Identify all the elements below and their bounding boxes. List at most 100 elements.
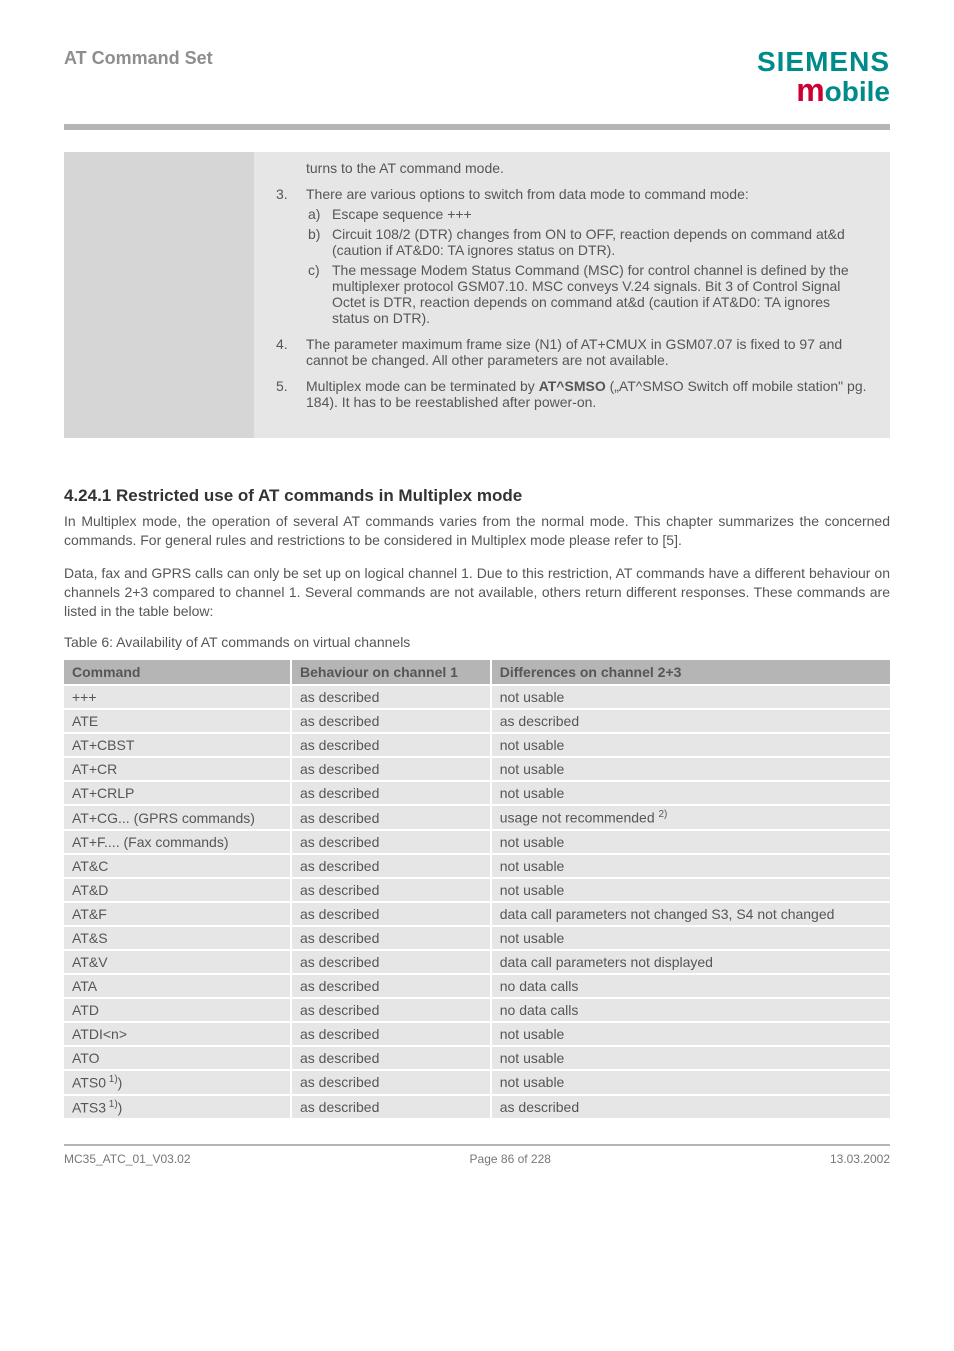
footer-left: MC35_ATC_01_V03.02: [64, 1152, 191, 1166]
cell-differences: usage not recommended 2): [491, 805, 890, 830]
cell-behaviour: as described: [291, 1022, 491, 1046]
table-row: AT+CG... (GPRS commands)as describedusag…: [64, 805, 890, 830]
cell-behaviour: as described: [291, 1095, 491, 1120]
page-header: AT Command Set SIEMENS mobile: [64, 48, 890, 106]
cell-behaviour: as described: [291, 878, 491, 902]
cell-behaviour: as described: [291, 950, 491, 974]
cell-command: ATD: [64, 998, 291, 1022]
cell-command: AT&D: [64, 878, 291, 902]
spec-item-5: Multiplex mode can be terminated by AT^S…: [306, 378, 870, 410]
cell-differences: not usable: [491, 1046, 890, 1070]
section-heading: 4.24.1 Restricted use of AT commands in …: [64, 486, 890, 506]
cell-behaviour: as described: [291, 974, 491, 998]
cell-behaviour: as described: [291, 1046, 491, 1070]
cell-behaviour: as described: [291, 854, 491, 878]
table-row: ATDI<n>as describednot usable: [64, 1022, 890, 1046]
cell-behaviour: as described: [291, 685, 491, 709]
cell-behaviour: as described: [291, 757, 491, 781]
cell-differences: no data calls: [491, 998, 890, 1022]
table-row: AT&Cas describednot usable: [64, 854, 890, 878]
brand-block: SIEMENS mobile: [757, 48, 890, 106]
cell-behaviour: as described: [291, 926, 491, 950]
col-command: Command: [64, 660, 291, 685]
cell-differences: data call parameters not displayed: [491, 950, 890, 974]
cell-differences: not usable: [491, 781, 890, 805]
table-row: AT+CRLPas describednot usable: [64, 781, 890, 805]
cell-command: AT&F: [64, 902, 291, 926]
cell-command: AT+F.... (Fax commands): [64, 830, 291, 854]
col-behaviour: Behaviour on channel 1: [291, 660, 491, 685]
cell-differences: not usable: [491, 1070, 890, 1095]
brand-mobile: mobile: [757, 74, 890, 106]
cell-behaviour: as described: [291, 781, 491, 805]
page-footer: MC35_ATC_01_V03.02 Page 86 of 228 13.03.…: [64, 1146, 890, 1190]
spec-item-4: The parameter maximum frame size (N1) of…: [306, 336, 870, 368]
cell-behaviour: as described: [291, 998, 491, 1022]
spec-item-3: There are various options to switch from…: [306, 186, 870, 326]
spec-item-3a: Escape sequence +++: [332, 206, 870, 222]
table-row: AT+CBSTas describednot usable: [64, 733, 890, 757]
cell-differences: as described: [491, 1095, 890, 1120]
header-divider: [64, 124, 890, 130]
table-row: ATOas describednot usable: [64, 1046, 890, 1070]
cell-command: ATE: [64, 709, 291, 733]
table-row: ATEas describedas described: [64, 709, 890, 733]
cell-behaviour: as described: [291, 733, 491, 757]
spec-right-column: turns to the AT command mode. There are …: [254, 152, 890, 438]
cell-differences: as described: [491, 709, 890, 733]
cell-command: AT+CR: [64, 757, 291, 781]
cell-command: AT&S: [64, 926, 291, 950]
cell-differences: not usable: [491, 926, 890, 950]
cell-command: ATA: [64, 974, 291, 998]
cell-behaviour: as described: [291, 1070, 491, 1095]
cell-behaviour: as described: [291, 709, 491, 733]
section-para-1: In Multiplex mode, the operation of seve…: [64, 512, 890, 550]
cell-differences: not usable: [491, 830, 890, 854]
cell-differences: not usable: [491, 854, 890, 878]
cell-command: AT+CRLP: [64, 781, 291, 805]
table-row: +++as describednot usable: [64, 685, 890, 709]
cell-differences: not usable: [491, 878, 890, 902]
cell-command: AT+CBST: [64, 733, 291, 757]
spec-continued-line: turns to the AT command mode.: [254, 160, 870, 186]
spec-item-3-sublist: Escape sequence +++ Circuit 108/2 (DTR) …: [306, 206, 870, 326]
cell-differences: no data calls: [491, 974, 890, 998]
table-row: AT&Sas describednot usable: [64, 926, 890, 950]
spec-left-column: [64, 152, 254, 438]
cell-command: AT+CG... (GPRS commands): [64, 805, 291, 830]
table-row: ATS0 1))as describednot usable: [64, 1070, 890, 1095]
cell-behaviour: as described: [291, 805, 491, 830]
header-title: AT Command Set: [64, 48, 213, 69]
table-row: AT&Fas describeddata call parameters not…: [64, 902, 890, 926]
spec-box: turns to the AT command mode. There are …: [64, 152, 890, 438]
cell-command: ATO: [64, 1046, 291, 1070]
cell-differences: data call parameters not changed S3, S4 …: [491, 902, 890, 926]
table-caption: Table 6: Availability of AT commands on …: [64, 634, 890, 650]
table-row: ATS3 1))as describedas described: [64, 1095, 890, 1120]
footer-center: Page 86 of 228: [470, 1152, 551, 1166]
cell-command: AT&C: [64, 854, 291, 878]
cell-command: AT&V: [64, 950, 291, 974]
cell-behaviour: as described: [291, 902, 491, 926]
table-row: AT&Das describednot usable: [64, 878, 890, 902]
at-availability-table: Command Behaviour on channel 1 Differenc…: [64, 660, 890, 1120]
spec-numbered-list: There are various options to switch from…: [254, 186, 870, 410]
footer-right: 13.03.2002: [830, 1152, 890, 1166]
table-row: AT+F.... (Fax commands)as describednot u…: [64, 830, 890, 854]
spec-item-3b: Circuit 108/2 (DTR) changes from ON to O…: [332, 226, 870, 258]
cell-differences: not usable: [491, 685, 890, 709]
cell-command: +++: [64, 685, 291, 709]
cell-differences: not usable: [491, 733, 890, 757]
table-header-row: Command Behaviour on channel 1 Differenc…: [64, 660, 890, 685]
table-row: AT+CRas describednot usable: [64, 757, 890, 781]
cell-command: ATDI<n>: [64, 1022, 291, 1046]
cell-differences: not usable: [491, 1022, 890, 1046]
cell-behaviour: as described: [291, 830, 491, 854]
cell-command: ATS3 1)): [64, 1095, 291, 1120]
cell-command: ATS0 1)): [64, 1070, 291, 1095]
col-differences: Differences on channel 2+3: [491, 660, 890, 685]
table-row: AT&Vas describeddata call parameters not…: [64, 950, 890, 974]
cell-differences: not usable: [491, 757, 890, 781]
spec-item-3c: The message Modem Status Command (MSC) f…: [332, 262, 870, 326]
table-row: ATAas describedno data calls: [64, 974, 890, 998]
